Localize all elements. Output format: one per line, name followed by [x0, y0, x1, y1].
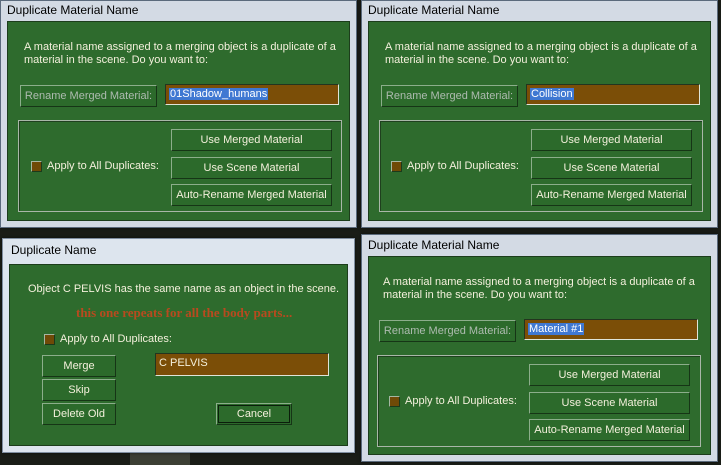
message-text: A material name assigned to a merging ob…	[383, 276, 703, 302]
duplicate-material-dialog-2: Duplicate Material Name A material name …	[361, 0, 718, 228]
message-line: material in the scene. Do you want to:	[385, 54, 570, 66]
checkbox-box[interactable]	[44, 333, 55, 345]
title-bar[interactable]: Duplicate Name	[3, 239, 354, 259]
checkbox-box[interactable]	[391, 160, 402, 172]
skip-button[interactable]: Skip	[42, 379, 116, 401]
title-bar[interactable]: Duplicate Material Name	[362, 235, 717, 255]
use-merged-material-button[interactable]: Use Merged Material	[531, 129, 692, 151]
use-merged-material-button[interactable]: Use Merged Material	[171, 129, 332, 151]
checkbox-label: Apply to All Duplicates:	[60, 333, 172, 345]
checkbox-label: Apply to All Duplicates:	[47, 160, 159, 172]
duplicate-name-dialog: Duplicate Name Object C PELVIS has the s…	[2, 238, 355, 453]
object-name-field[interactable]: C PELVIS	[155, 353, 329, 376]
selected-text: Material #1	[528, 323, 585, 335]
rename-merged-material-button[interactable]: Rename Merged Material:	[20, 85, 157, 107]
dialog-body: A material name assigned to a merging ob…	[368, 256, 711, 455]
checkbox-label: Apply to All Duplicates:	[405, 395, 517, 407]
material-name-field[interactable]: Collision	[526, 84, 700, 105]
material-name-field[interactable]: 01Shadow_humans	[165, 84, 339, 105]
selected-text: 01Shadow_humans	[169, 88, 269, 100]
dialog-body: A material name assigned to a merging ob…	[368, 21, 711, 221]
auto-rename-merged-material-button[interactable]: Auto-Rename Merged Material	[529, 419, 690, 441]
rename-merged-material-button[interactable]: Rename Merged Material:	[381, 85, 518, 107]
cancel-button[interactable]: Cancel	[216, 403, 292, 425]
dialog-title: Duplicate Material Name	[368, 3, 500, 17]
message-line: A material name assigned to a merging ob…	[385, 41, 697, 53]
dialog-body: A material name assigned to a merging ob…	[7, 21, 350, 221]
use-merged-material-button[interactable]: Use Merged Material	[529, 364, 690, 386]
apply-to-all-checkbox[interactable]: Apply to All Duplicates:	[391, 160, 519, 172]
message-line: material in the scene. Do you want to:	[383, 289, 568, 301]
checkbox-label: Apply to All Duplicates:	[407, 160, 519, 172]
delete-old-button[interactable]: Delete Old	[42, 403, 116, 425]
checkbox-box[interactable]	[389, 395, 400, 407]
message-line: material in the scene. Do you want to:	[24, 54, 209, 66]
dialog-title: Duplicate Material Name	[7, 3, 139, 17]
duplicate-material-dialog-1: Duplicate Material Name A material name …	[0, 0, 357, 228]
apply-to-all-checkbox[interactable]: Apply to All Duplicates:	[44, 333, 172, 345]
title-bar[interactable]: Duplicate Material Name	[362, 1, 717, 21]
use-scene-material-button[interactable]: Use Scene Material	[531, 157, 692, 179]
title-bar[interactable]: Duplicate Material Name	[1, 1, 356, 21]
apply-to-all-checkbox[interactable]: Apply to All Duplicates:	[389, 395, 517, 407]
dialog-body: Object C PELVIS has the same name as an …	[9, 264, 348, 446]
duplicate-material-dialog-3: Duplicate Material Name A material name …	[361, 234, 718, 462]
use-scene-material-button[interactable]: Use Scene Material	[529, 392, 690, 414]
auto-rename-merged-material-button[interactable]: Auto-Rename Merged Material	[171, 184, 332, 206]
message-line: A material name assigned to a merging ob…	[24, 41, 336, 53]
dialog-title: Duplicate Material Name	[368, 238, 500, 252]
use-scene-material-button[interactable]: Use Scene Material	[171, 157, 332, 179]
checkbox-box[interactable]	[31, 160, 42, 172]
dialog-title: Duplicate Name	[11, 243, 97, 257]
message-text: Object C PELVIS has the same name as an …	[28, 283, 340, 295]
auto-rename-merged-material-button[interactable]: Auto-Rename Merged Material	[531, 184, 692, 206]
material-name-field[interactable]: Material #1	[524, 319, 698, 340]
message-line: A material name assigned to a merging ob…	[383, 276, 695, 288]
selected-text: Collision	[530, 88, 574, 100]
annotation-text: this one repeats for all the body parts.…	[76, 305, 293, 320]
rename-merged-material-button[interactable]: Rename Merged Material:	[379, 320, 516, 342]
apply-to-all-checkbox[interactable]: Apply to All Duplicates:	[31, 160, 159, 172]
merge-button[interactable]: Merge	[42, 355, 116, 377]
message-text: A material name assigned to a merging ob…	[385, 41, 705, 67]
message-text: A material name assigned to a merging ob…	[24, 41, 344, 67]
